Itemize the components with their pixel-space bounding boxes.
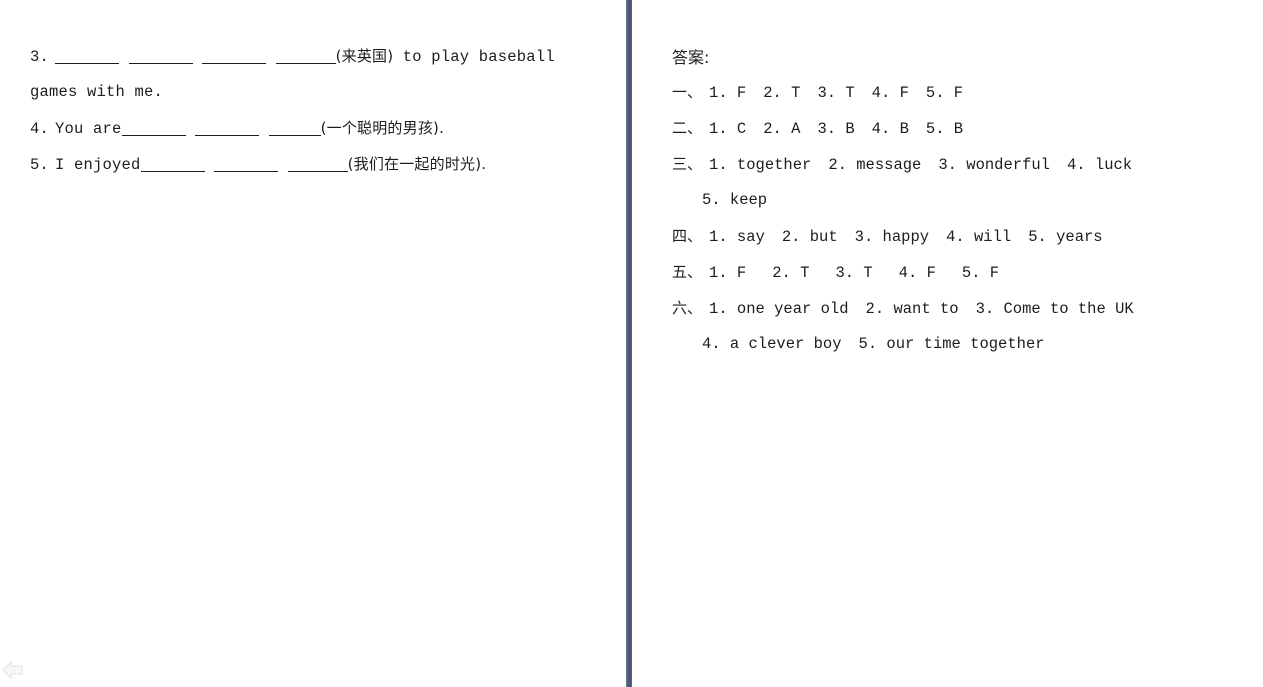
- question-hint: (一个聪明的男孩).: [320, 119, 445, 137]
- answer-blank[interactable]: [268, 119, 321, 136]
- worksheet-page: 3. (来英国) to play baseball games with me.…: [0, 0, 1263, 687]
- question-number: 3.: [30, 48, 50, 66]
- answer-item: 4. F: [898, 264, 936, 282]
- answer-blank[interactable]: [128, 47, 193, 64]
- answer-item: 4. a clever boy: [702, 335, 842, 353]
- answer-section-5: 五、 1. F 2. T 3. T 4. F 5. F: [672, 262, 1025, 283]
- answer-item: 1. say: [709, 228, 765, 246]
- answer-blank[interactable]: [195, 119, 260, 136]
- answer-blank[interactable]: [121, 119, 186, 136]
- section-label: 五、: [672, 263, 703, 281]
- answer-section-3-continuation: 5. keep: [702, 190, 784, 210]
- answer-section-6: 六、 1. one year old 2. want to 3. Come to th…: [672, 298, 1151, 319]
- question-number: 5.: [30, 156, 50, 174]
- question-hint: (我们在一起的时光).: [347, 155, 487, 173]
- answer-item: 4. will: [946, 228, 1012, 246]
- answer-item: 1. C: [709, 120, 747, 138]
- question-tail: to play baseball: [393, 48, 555, 66]
- answer-blank[interactable]: [287, 155, 348, 172]
- section-label: 六、: [672, 299, 703, 317]
- question-item-3: 3. (来英国) to play baseball: [30, 46, 555, 67]
- answer-item: 3. B: [817, 120, 855, 138]
- question-panel: 3. (来英国) to play baseball games with me.…: [0, 0, 626, 687]
- answer-section-4: 四、 1. say 2. but 3. happy 4. will 5. years: [672, 226, 1120, 247]
- answer-item: 4. luck: [1066, 156, 1133, 174]
- answer-blank[interactable]: [140, 155, 205, 172]
- answer-item: 1. F: [709, 264, 747, 282]
- answer-item: 1. together: [709, 156, 812, 174]
- question-stem: I enjoyed: [55, 156, 141, 174]
- answer-section-1: 一、 1. F 2. T 3. T 4. F 5. F: [672, 82, 980, 103]
- answer-panel: 答案: 一、 1. F 2. T 3. T 4. F 5. F 二、 1. C 2. A 3. …: [632, 0, 1263, 687]
- answer-item: 5. keep: [702, 191, 768, 209]
- answer-item: 5. F: [925, 84, 964, 102]
- answer-item: 3. Come to the UK: [975, 300, 1134, 318]
- answer-section-3: 三、 1. together 2. message 3. wonderful 4. lu…: [672, 154, 1149, 175]
- answer-item: 4. F: [871, 84, 909, 102]
- answer-item: 2. T: [763, 84, 801, 102]
- question-continuation-text: games with me.: [30, 83, 164, 101]
- answer-blank[interactable]: [214, 155, 279, 172]
- answer-section-6-continuation: 4. a clever boy 5. our time together: [702, 334, 1062, 354]
- answer-item: 5. B: [925, 120, 964, 138]
- answer-item: 2. A: [763, 120, 801, 138]
- section-label: 三、: [672, 155, 703, 173]
- question-number: 4.: [30, 120, 50, 138]
- question-stem: You are: [55, 120, 122, 138]
- section-label: 一、: [672, 83, 703, 101]
- question-item-5: 5. I enjoyed (我们在一起的时光).: [30, 154, 486, 175]
- section-label: 二、: [672, 119, 703, 137]
- answer-item: 1. F: [709, 84, 747, 102]
- section-label: 四、: [672, 227, 703, 245]
- answer-item: 2. but: [781, 228, 838, 246]
- answer-item: 3. T: [835, 264, 873, 282]
- answer-item: 5. our time together: [858, 335, 1045, 353]
- answer-blank[interactable]: [275, 47, 336, 64]
- answer-item: 1. one year old: [709, 300, 849, 318]
- answer-item: 2. want to: [865, 300, 959, 318]
- question-item-4: 4. You are (一个聪明的男孩).: [30, 118, 444, 139]
- answer-item: 2. message: [828, 156, 922, 174]
- back-arrow-icon[interactable]: [2, 660, 24, 680]
- answer-item: 5. years: [1028, 228, 1103, 246]
- question-hint: (来英国): [335, 47, 394, 65]
- answer-blank[interactable]: [55, 47, 120, 64]
- answer-item: 2. T: [772, 264, 810, 282]
- answer-item: 3. happy: [854, 228, 930, 246]
- answer-item: 4. B: [871, 120, 909, 138]
- answer-item: 3. T: [817, 84, 855, 102]
- answer-item: 3. wonderful: [938, 156, 1050, 174]
- question-item-3-continuation: games with me.: [30, 82, 163, 102]
- answer-key-heading: 答案:: [672, 48, 710, 67]
- answer-item: 5. F: [961, 264, 1000, 282]
- answer-blank[interactable]: [202, 47, 267, 64]
- answer-section-2: 二、 1. C 2. A 3. B 4. B 5. B: [672, 118, 980, 139]
